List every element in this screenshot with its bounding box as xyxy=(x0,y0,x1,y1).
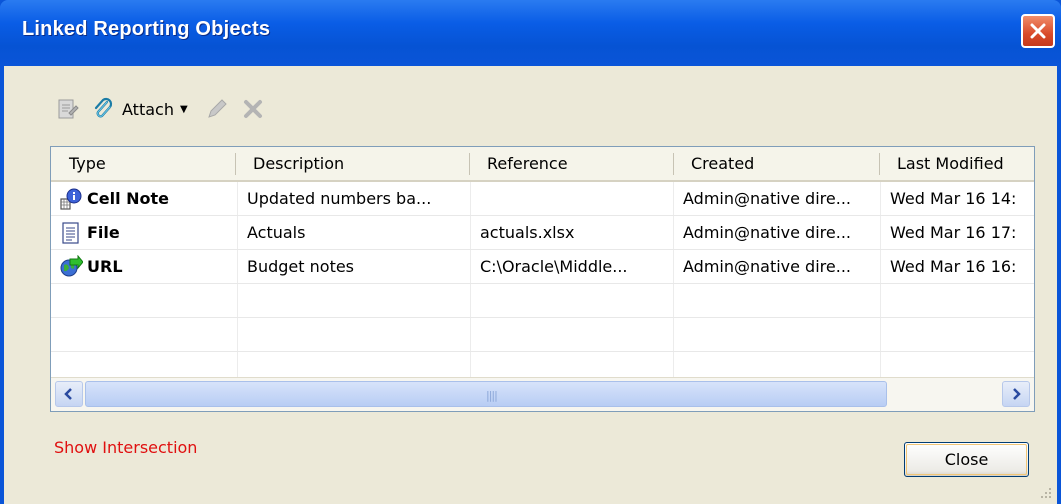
reference-cell xyxy=(470,182,673,215)
window-title: Linked Reporting Objects xyxy=(22,18,271,40)
column-header-created[interactable]: Created xyxy=(673,147,879,180)
url-globe-icon xyxy=(59,254,83,279)
scroll-right-button[interactable] xyxy=(1002,381,1030,407)
column-header-description[interactable]: Description xyxy=(235,147,469,180)
chevron-left-icon xyxy=(64,388,72,400)
created-cell: Admin@native dire... xyxy=(683,189,851,208)
scroll-left-button[interactable] xyxy=(55,381,83,407)
paperclip-icon xyxy=(90,96,116,122)
file-icon xyxy=(59,221,83,245)
type-cell: URL xyxy=(51,250,237,283)
type-cell: Cell Note xyxy=(51,182,237,215)
close-button[interactable]: Close xyxy=(904,442,1029,477)
column-header-reference[interactable]: Reference xyxy=(469,147,673,180)
last-modified-cell: Wed Mar 16 14: xyxy=(890,189,1017,208)
cell-note-icon xyxy=(59,187,83,211)
dialog-body: Attach ▼ Type Description Reference Crea… xyxy=(4,66,1057,504)
close-icon xyxy=(1030,23,1046,39)
lro-table: Type Description Reference Created Last … xyxy=(50,146,1035,412)
title-bar[interactable]: Linked Reporting Objects xyxy=(0,0,1061,66)
column-header-type[interactable]: Type xyxy=(51,147,235,180)
reference-cell: actuals.xlsx xyxy=(480,223,575,242)
table-header: Type Description Reference Created Last … xyxy=(51,147,1034,182)
dialog-window: Linked Reporting Objects Attach ▼ Type D… xyxy=(0,0,1061,504)
delete-icon[interactable] xyxy=(240,96,266,122)
empty-row xyxy=(51,284,1034,318)
type-cell: File xyxy=(51,216,237,249)
attach-label: Attach xyxy=(122,99,174,119)
created-cell: Admin@native dire... xyxy=(683,257,851,276)
show-intersection-link[interactable]: Show Intersection xyxy=(54,438,197,457)
edit-document-icon[interactable] xyxy=(54,96,80,122)
pencil-icon[interactable] xyxy=(204,96,230,122)
horizontal-scrollbar[interactable]: |||| xyxy=(51,377,1034,411)
table-row[interactable]: URL Budget notes C:\Oracle\Middle... Adm… xyxy=(51,250,1034,284)
window-close-button[interactable] xyxy=(1021,14,1055,48)
type-label: Cell Note xyxy=(87,189,170,208)
toolbar: Attach ▼ xyxy=(54,92,276,126)
table-row[interactable]: Cell Note Updated numbers ba... Admin@na… xyxy=(51,182,1034,216)
empty-row xyxy=(51,318,1034,352)
description-cell: Actuals xyxy=(247,223,306,242)
grip-icon: |||| xyxy=(486,389,498,402)
reference-cell: C:\Oracle\Middle... xyxy=(480,257,628,276)
table-row[interactable]: File Actuals actuals.xlsx Admin@native d… xyxy=(51,216,1034,250)
attach-dropdown-button[interactable]: Attach ▼ xyxy=(90,96,188,122)
column-header-last-modified[interactable]: Last Modified xyxy=(879,147,1034,180)
created-cell: Admin@native dire... xyxy=(683,223,851,242)
description-cell: Updated numbers ba... xyxy=(247,189,432,208)
type-label: URL xyxy=(87,257,123,276)
last-modified-cell: Wed Mar 16 17: xyxy=(890,223,1017,242)
description-cell: Budget notes xyxy=(247,257,355,276)
resize-grip-icon[interactable] xyxy=(1037,484,1053,500)
last-modified-cell: Wed Mar 16 16: xyxy=(890,257,1017,276)
chevron-right-icon xyxy=(1013,388,1021,400)
type-label: File xyxy=(87,223,120,242)
chevron-down-icon: ▼ xyxy=(179,103,188,115)
scroll-thumb[interactable]: |||| xyxy=(85,381,887,407)
